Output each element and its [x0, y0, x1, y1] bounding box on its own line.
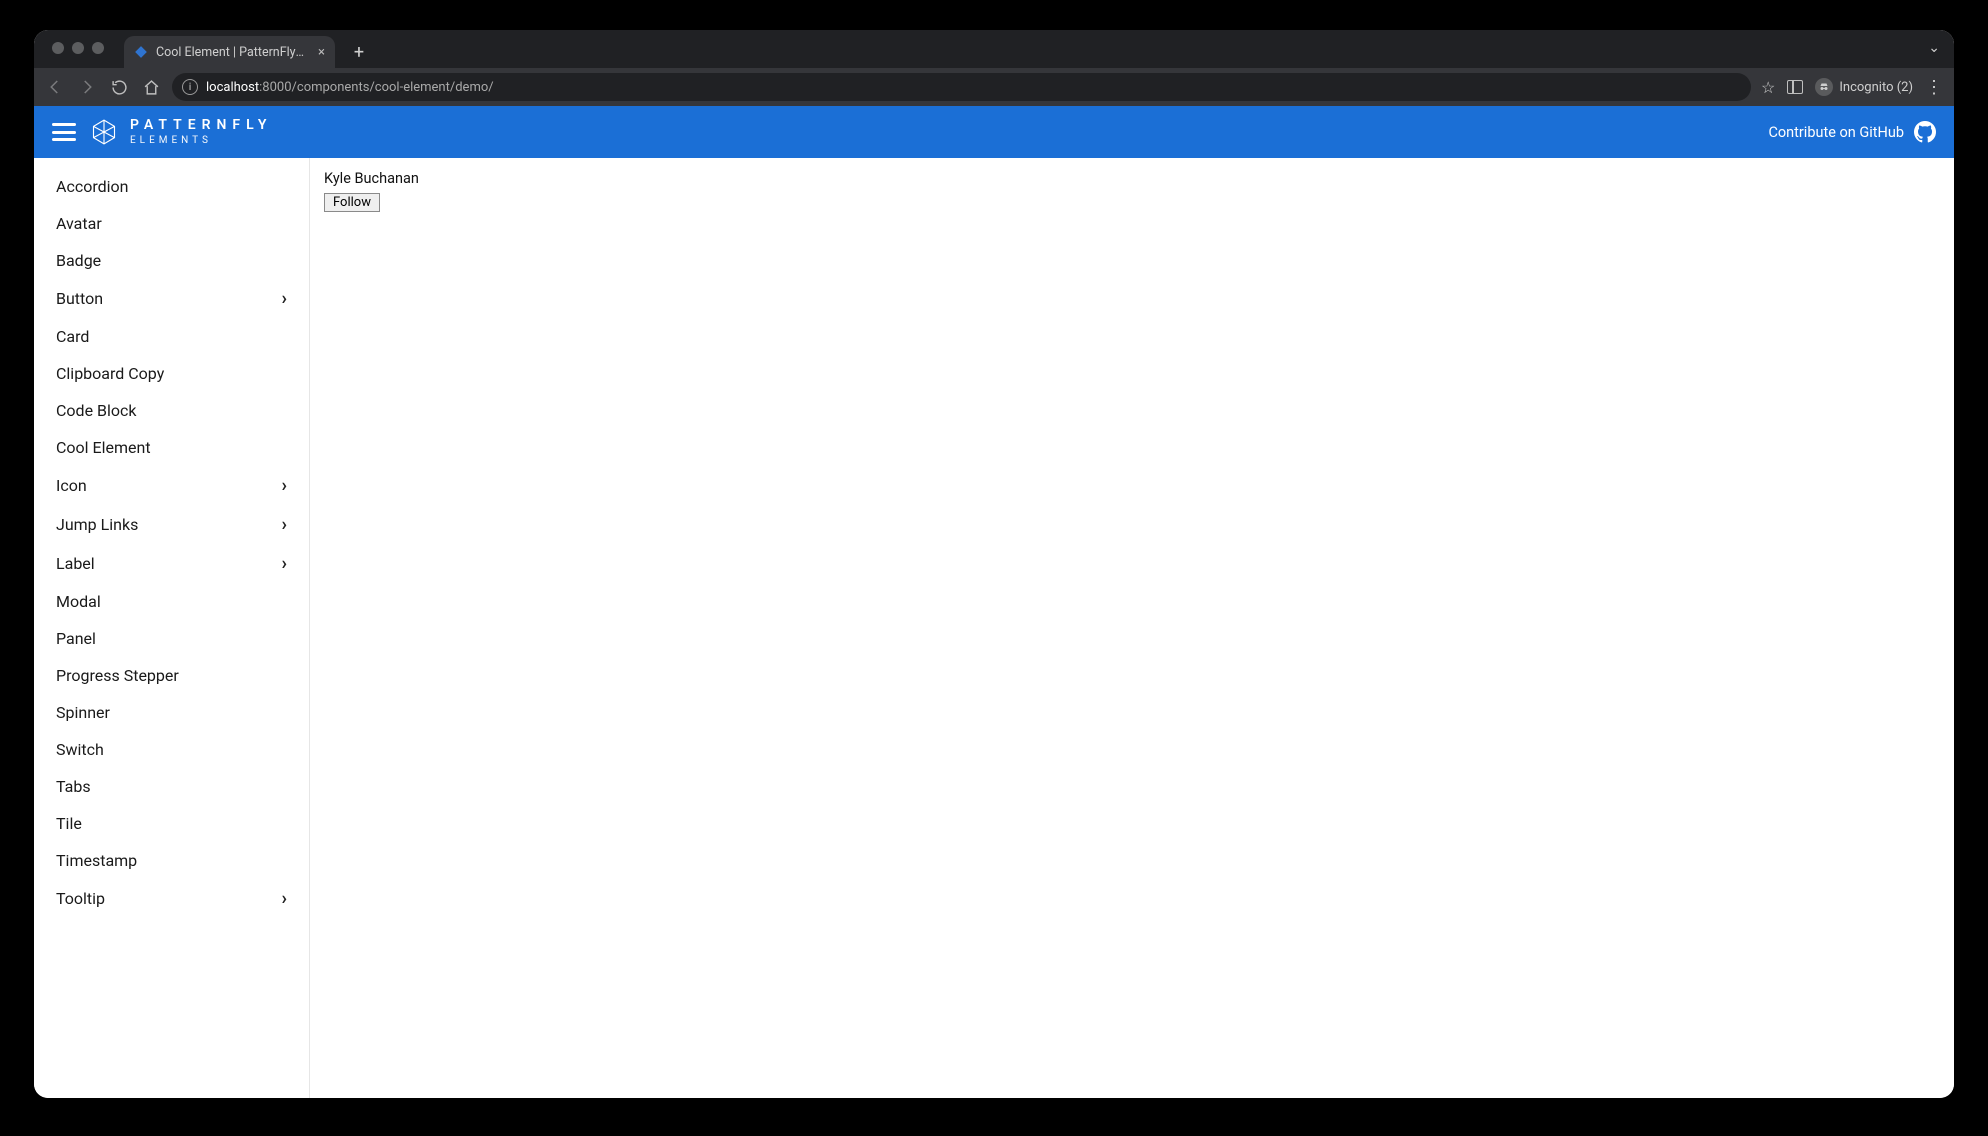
incognito-icon: [1815, 78, 1833, 96]
sidebar-item-jump-links[interactable]: Jump Links ›: [34, 505, 309, 544]
sidebar-item-accordion[interactable]: Accordion: [34, 168, 309, 205]
sidebar-item-cool-element[interactable]: Cool Element: [34, 429, 309, 466]
sidebar-item-tile[interactable]: Tile: [34, 805, 309, 842]
sidebar-item-label: Button: [56, 289, 103, 308]
sidebar-item-panel[interactable]: Panel: [34, 620, 309, 657]
sidebar-item-tooltip[interactable]: Tooltip ›: [34, 879, 309, 918]
sidebar-item-label: Spinner: [56, 703, 110, 722]
side-panel-icon[interactable]: [1787, 80, 1803, 94]
brand-title: PATTERNFLY: [130, 118, 273, 132]
sidebar-item-label: Tile: [56, 814, 82, 833]
window-controls: [52, 42, 104, 54]
window-min-dot[interactable]: [72, 42, 84, 54]
sidebar: Accordion Avatar Badge Button › Card Clipboard…: [34, 158, 310, 1098]
window-max-dot[interactable]: [92, 42, 104, 54]
sidebar-item-modal[interactable]: Modal: [34, 583, 309, 620]
new-tab-button[interactable]: +: [345, 38, 373, 66]
follow-button[interactable]: Follow: [324, 193, 380, 212]
tab-title: Cool Element | PatternFly Elem…: [156, 45, 306, 60]
app-viewport: PATTERNFLY ELEMENTS Contribute on GitHub…: [34, 106, 1954, 1098]
sidebar-item-timestamp[interactable]: Timestamp: [34, 842, 309, 879]
nav-reload-button[interactable]: [108, 76, 130, 98]
sidebar-item-button[interactable]: Button ›: [34, 279, 309, 318]
sidebar-item-card[interactable]: Card: [34, 318, 309, 355]
nav-forward-button[interactable]: [76, 76, 98, 98]
sidebar-item-switch[interactable]: Switch: [34, 731, 309, 768]
sidebar-item-label: Cool Element: [56, 438, 151, 457]
tabs-overflow-icon[interactable]: ⌄: [1928, 40, 1940, 56]
browser-tab[interactable]: Cool Element | PatternFly Elem… ×: [124, 36, 335, 68]
sidebar-item-clipboard-copy[interactable]: Clipboard Copy: [34, 355, 309, 392]
github-icon: [1914, 121, 1936, 143]
sidebar-item-label: Label: [56, 554, 95, 573]
app-header: PATTERNFLY ELEMENTS Contribute on GitHub: [34, 106, 1954, 158]
sidebar-item-label: Avatar: [56, 214, 102, 233]
incognito-indicator[interactable]: Incognito (2): [1815, 78, 1913, 96]
sidebar-item-label: Accordion: [56, 177, 128, 196]
tab-close-icon[interactable]: ×: [318, 45, 325, 60]
brand-subtitle: ELEMENTS: [130, 136, 273, 146]
favicon-icon: [134, 45, 148, 59]
chevron-right-icon: ›: [282, 475, 287, 496]
sidebar-item-label: Tooltip: [56, 889, 105, 908]
sidebar-item-label: Progress Stepper: [56, 666, 179, 685]
brand[interactable]: PATTERNFLY ELEMENTS: [90, 118, 273, 146]
sidebar-item-tabs[interactable]: Tabs: [34, 768, 309, 805]
sidebar-item-label: Badge: [56, 251, 101, 270]
url-text: localhost:8000/components/cool-element/d…: [206, 80, 494, 95]
sidebar-item-spinner[interactable]: Spinner: [34, 694, 309, 731]
sidebar-item-label: Code Block: [56, 401, 136, 420]
sidebar-item-label: Clipboard Copy: [56, 364, 164, 383]
sidebar-item-label: Switch: [56, 740, 104, 759]
chevron-right-icon: ›: [282, 288, 287, 309]
chevron-right-icon: ›: [282, 888, 287, 909]
sidebar-item-label: Icon: [56, 476, 87, 495]
sidebar-item-label: Card: [56, 327, 89, 346]
chevron-right-icon: ›: [282, 553, 287, 574]
sidebar-item-label: Timestamp: [56, 851, 137, 870]
sidebar-item-progress-stepper[interactable]: Progress Stepper: [34, 657, 309, 694]
bookmark-star-icon[interactable]: ☆: [1761, 78, 1775, 97]
chevron-right-icon: ›: [282, 514, 287, 535]
window-close-dot[interactable]: [52, 42, 64, 54]
browser-toolbar: i localhost:8000/components/cool-element…: [34, 68, 1954, 106]
sidebar-item-icon[interactable]: Icon ›: [34, 466, 309, 505]
nav-back-button[interactable]: [44, 76, 66, 98]
main-content: Kyle Buchanan Follow: [310, 158, 1954, 1098]
url-host: localhost: [206, 80, 259, 95]
url-path: :8000/components/cool-element/demo/: [259, 80, 493, 95]
contribute-link[interactable]: Contribute on GitHub: [1768, 121, 1936, 143]
sidebar-item-label: Modal: [56, 592, 101, 611]
sidebar-item-code-block[interactable]: Code Block: [34, 392, 309, 429]
incognito-label: Incognito (2): [1839, 80, 1913, 95]
sidebar-item-label[interactable]: Label ›: [34, 544, 309, 583]
sidebar-item-label: Tabs: [56, 777, 91, 796]
address-bar[interactable]: i localhost:8000/components/cool-element…: [172, 73, 1751, 101]
nav-home-button[interactable]: [140, 76, 162, 98]
person-name: Kyle Buchanan: [324, 170, 1940, 187]
sidebar-item-label: Panel: [56, 629, 96, 648]
browser-window: Cool Element | PatternFly Elem… × + ⌄ i: [34, 30, 1954, 1098]
sidebar-toggle-button[interactable]: [52, 123, 76, 141]
sidebar-item-avatar[interactable]: Avatar: [34, 205, 309, 242]
browser-menu-icon[interactable]: ⋮: [1925, 77, 1944, 98]
sidebar-item-label: Jump Links: [56, 515, 138, 534]
sidebar-item-badge[interactable]: Badge: [34, 242, 309, 279]
browser-tabstrip: Cool Element | PatternFly Elem… × + ⌄: [34, 30, 1954, 68]
contribute-label: Contribute on GitHub: [1768, 124, 1904, 141]
site-info-icon[interactable]: i: [182, 79, 198, 95]
brand-logo-icon: [90, 118, 118, 146]
